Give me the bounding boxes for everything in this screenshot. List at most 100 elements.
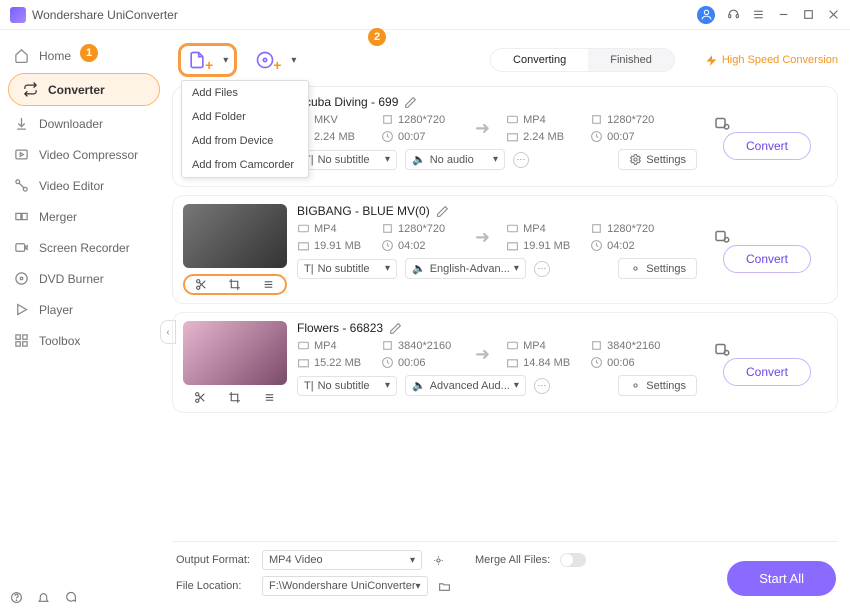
settings-button[interactable]: Settings [618, 258, 697, 279]
trim-icon[interactable] [194, 391, 207, 404]
thumbnail[interactable] [183, 204, 287, 268]
output-settings-icon[interactable] [713, 114, 731, 132]
notification-icon[interactable] [37, 591, 50, 604]
sidebar-item-label: Video Editor [39, 179, 104, 193]
more-icon[interactable] [263, 391, 276, 404]
account-icon[interactable] [697, 6, 715, 24]
menu-add-camcorder[interactable]: Add from Camcorder [182, 153, 308, 177]
thumbnail[interactable] [183, 321, 287, 385]
sidebar-item-label: Merger [39, 210, 77, 224]
convert-button[interactable]: Convert [723, 358, 811, 386]
output-format-select[interactable]: MP4 Video▾ [262, 550, 422, 570]
close-button[interactable] [827, 8, 840, 21]
src-duration: 00:07 [398, 131, 426, 143]
sidebar-item-downloader[interactable]: Downloader [0, 108, 168, 139]
dst-resolution: 1280*720 [607, 114, 654, 126]
file-location-select[interactable]: F:\Wondershare UniConverter▾ [262, 576, 428, 596]
tab-converting[interactable]: Converting [491, 49, 588, 71]
arrow-icon: ➜ [469, 118, 496, 139]
sidebar-item-dvd[interactable]: DVD Burner [0, 263, 168, 294]
open-folder-icon[interactable] [438, 580, 451, 593]
step-badge-1: 1 [80, 44, 98, 62]
rename-icon[interactable] [389, 322, 402, 335]
merge-label: Merge All Files: [475, 554, 550, 566]
high-speed-toggle[interactable]: High Speed Conversion [705, 54, 838, 67]
crop-icon[interactable] [228, 278, 241, 291]
help-icon[interactable] [10, 591, 23, 604]
dst-format: MP4 [523, 114, 546, 126]
sidebar-item-label: Player [39, 303, 73, 317]
output-settings-icon[interactable] [432, 554, 445, 567]
toolbar: + ▾ Add Files Add Folder Add from Device… [172, 40, 838, 80]
main-panel: 2 + ▾ Add Files Add Folder Add from Devi… [168, 30, 850, 612]
output-settings-icon[interactable] [713, 227, 731, 245]
settings-button[interactable]: Settings [618, 375, 697, 396]
add-files-menu: Add Files Add Folder Add from Device Add… [181, 80, 309, 178]
maximize-button[interactable] [802, 8, 815, 21]
chevron-down-icon: ▾ [223, 55, 228, 66]
sidebar-item-editor[interactable]: Video Editor [0, 170, 168, 201]
sidebar-item-merger[interactable]: Merger [0, 201, 168, 232]
subtitle-select[interactable]: T| No subtitle▾ [297, 150, 397, 170]
dst-duration: 00:07 [607, 131, 635, 143]
arrow-icon: ➜ [469, 227, 496, 248]
audio-select[interactable]: 🔈 No audio▾ [405, 149, 505, 170]
settings-button[interactable]: Settings [618, 149, 697, 170]
feedback-icon[interactable] [64, 591, 77, 604]
info-icon[interactable]: ⋯ [534, 378, 550, 394]
sidebar-item-label: Downloader [39, 117, 103, 131]
subtitle-select[interactable]: T| No subtitle▾ [297, 259, 397, 279]
convert-button[interactable]: Convert [723, 245, 811, 273]
add-files-button[interactable]: + ▾ Add Files Add Folder Add from Device… [178, 43, 237, 77]
src-size: 2.24 MB [314, 131, 355, 143]
sidebar-item-label: Screen Recorder [39, 241, 130, 255]
rename-icon[interactable] [436, 205, 449, 218]
sidebar-item-label: DVD Burner [39, 272, 104, 286]
rename-icon[interactable] [404, 96, 417, 109]
file-title: BIGBANG - BLUE MV(0) [297, 204, 430, 218]
crop-icon[interactable] [228, 391, 241, 404]
src-resolution: 1280*720 [398, 114, 445, 126]
trim-icon[interactable] [195, 278, 208, 291]
sidebar-item-player[interactable]: Player [0, 294, 168, 325]
file-card: Flowers - 66823 MP43840*2160 15.22 MB00:… [172, 312, 838, 413]
sidebar-item-compressor[interactable]: Video Compressor [0, 139, 168, 170]
menu-icon[interactable] [752, 8, 765, 21]
info-icon[interactable]: ⋯ [534, 261, 550, 277]
convert-button[interactable]: Convert [723, 132, 811, 160]
tabs: Converting Finished [490, 48, 675, 72]
audio-select[interactable]: 🔈 English-Advan...▾ [405, 258, 526, 279]
high-speed-label: High Speed Conversion [722, 54, 838, 66]
dst-size: 2.24 MB [523, 131, 564, 143]
info-icon[interactable]: ⋯ [513, 152, 529, 168]
menu-add-device[interactable]: Add from Device [182, 129, 308, 153]
plus-icon: + [273, 57, 281, 73]
start-all-button[interactable]: Start All [727, 561, 836, 596]
step-badge-2: 2 [368, 28, 386, 46]
chevron-down-icon: ▾ [291, 55, 296, 66]
tab-finished[interactable]: Finished [588, 49, 674, 71]
sidebar-item-recorder[interactable]: Screen Recorder [0, 232, 168, 263]
sidebar-item-label: Converter [48, 83, 105, 97]
sidebar-item-label: Home [39, 49, 71, 63]
support-icon[interactable] [727, 8, 740, 21]
audio-select[interactable]: 🔈 Advanced Aud...▾ [405, 375, 526, 396]
file-title: Scuba Diving - 699 [297, 95, 398, 109]
file-location-label: File Location: [176, 580, 252, 592]
app-title: Wondershare UniConverter [32, 8, 697, 22]
subtitle-select[interactable]: T| No subtitle▾ [297, 376, 397, 396]
add-dvd-button[interactable]: + ▾ [255, 50, 296, 70]
menu-add-files[interactable]: Add Files [182, 81, 308, 105]
app-logo [10, 7, 26, 23]
menu-add-folder[interactable]: Add Folder [182, 105, 308, 129]
minimize-button[interactable] [777, 8, 790, 21]
more-icon[interactable] [262, 278, 275, 291]
bottom-bar: Output Format: MP4 Video▾ Merge All File… [172, 541, 838, 606]
arrow-icon: ➜ [469, 344, 496, 365]
sidebar-item-converter[interactable]: Converter [8, 73, 160, 106]
sidebar: 1 Home Converter Downloader Video Compre… [0, 30, 168, 612]
output-settings-icon[interactable] [713, 340, 731, 358]
merge-toggle[interactable] [560, 553, 586, 567]
sidebar-item-toolbox[interactable]: Toolbox [0, 325, 168, 356]
plus-icon: + [205, 57, 213, 73]
